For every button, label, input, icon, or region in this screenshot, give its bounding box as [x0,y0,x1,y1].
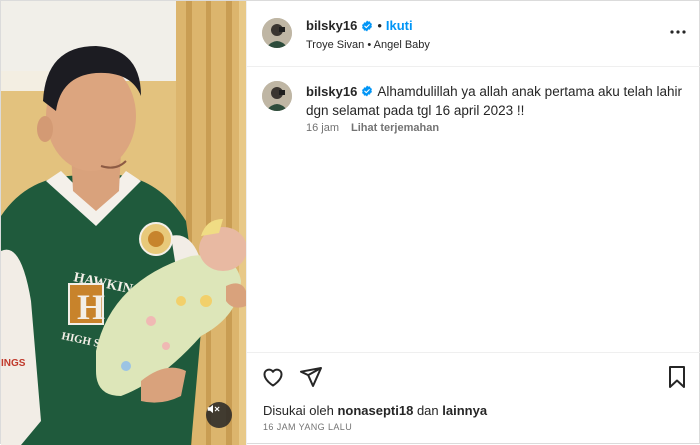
jacket-letter: H [77,287,105,327]
post-timestamp[interactable]: 16 JAM YANG LALU [263,422,352,432]
verified-badge-icon [362,20,373,31]
header-line: bilsky16 • Ikuti [306,18,413,33]
username-link[interactable]: bilsky16 [306,18,357,33]
likes-connector: dan [416,403,439,418]
send-icon[interactable] [299,365,323,389]
caption-avatar[interactable] [262,81,292,111]
audio-track-link[interactable]: Troye Sivan • Angel Baby [306,39,430,51]
avatar-image [262,81,292,111]
mute-button[interactable] [206,402,232,428]
likes-others-link[interactable]: lainnya [442,403,487,418]
action-bar [261,365,323,389]
post-header: bilsky16 • Ikuti Troye Sivan • Angel Bab… [247,1,700,67]
verified-badge-icon [362,85,373,97]
caption-timestamp[interactable]: 16 jam [306,122,339,134]
post-actions-section: Disukai oleh nonasepti18 dan lainnya 16 … [247,352,700,445]
caption-username[interactable]: bilsky16 [306,84,357,99]
post-details-panel: bilsky16 • Ikuti Troye Sivan • Angel Bab… [246,1,700,445]
likes-summary: Disukai oleh nonasepti18 dan lainnya [263,403,487,418]
sleeve-text: INGS [1,358,26,369]
post-video[interactable]: HAWKINS H HIGH SCHOOL INGS [1,1,246,445]
post-dialog: HAWKINS H HIGH SCHOOL INGS [0,0,700,445]
caption-text-block: bilsky16 Alhamdulillah ya allah anak per… [306,82,686,120]
video-frame: HAWKINS H HIGH SCHOOL INGS [1,1,246,445]
likes-prefix: Disukai oleh [263,403,334,418]
heart-icon[interactable] [261,365,285,389]
more-options-icon[interactable] [670,26,686,38]
see-translation-link[interactable]: Lihat terjemahan [351,122,439,134]
caption-meta: 16 jam Lihat terjemahan [306,122,439,134]
avatar-image [262,18,292,48]
muted-speaker-icon [207,404,220,414]
bookmark-icon[interactable] [666,365,688,389]
liker-username-link[interactable]: nonasepti18 [337,403,413,418]
avatar[interactable] [262,18,292,48]
follow-button[interactable]: Ikuti [386,18,413,33]
separator-dot: • [377,18,382,33]
